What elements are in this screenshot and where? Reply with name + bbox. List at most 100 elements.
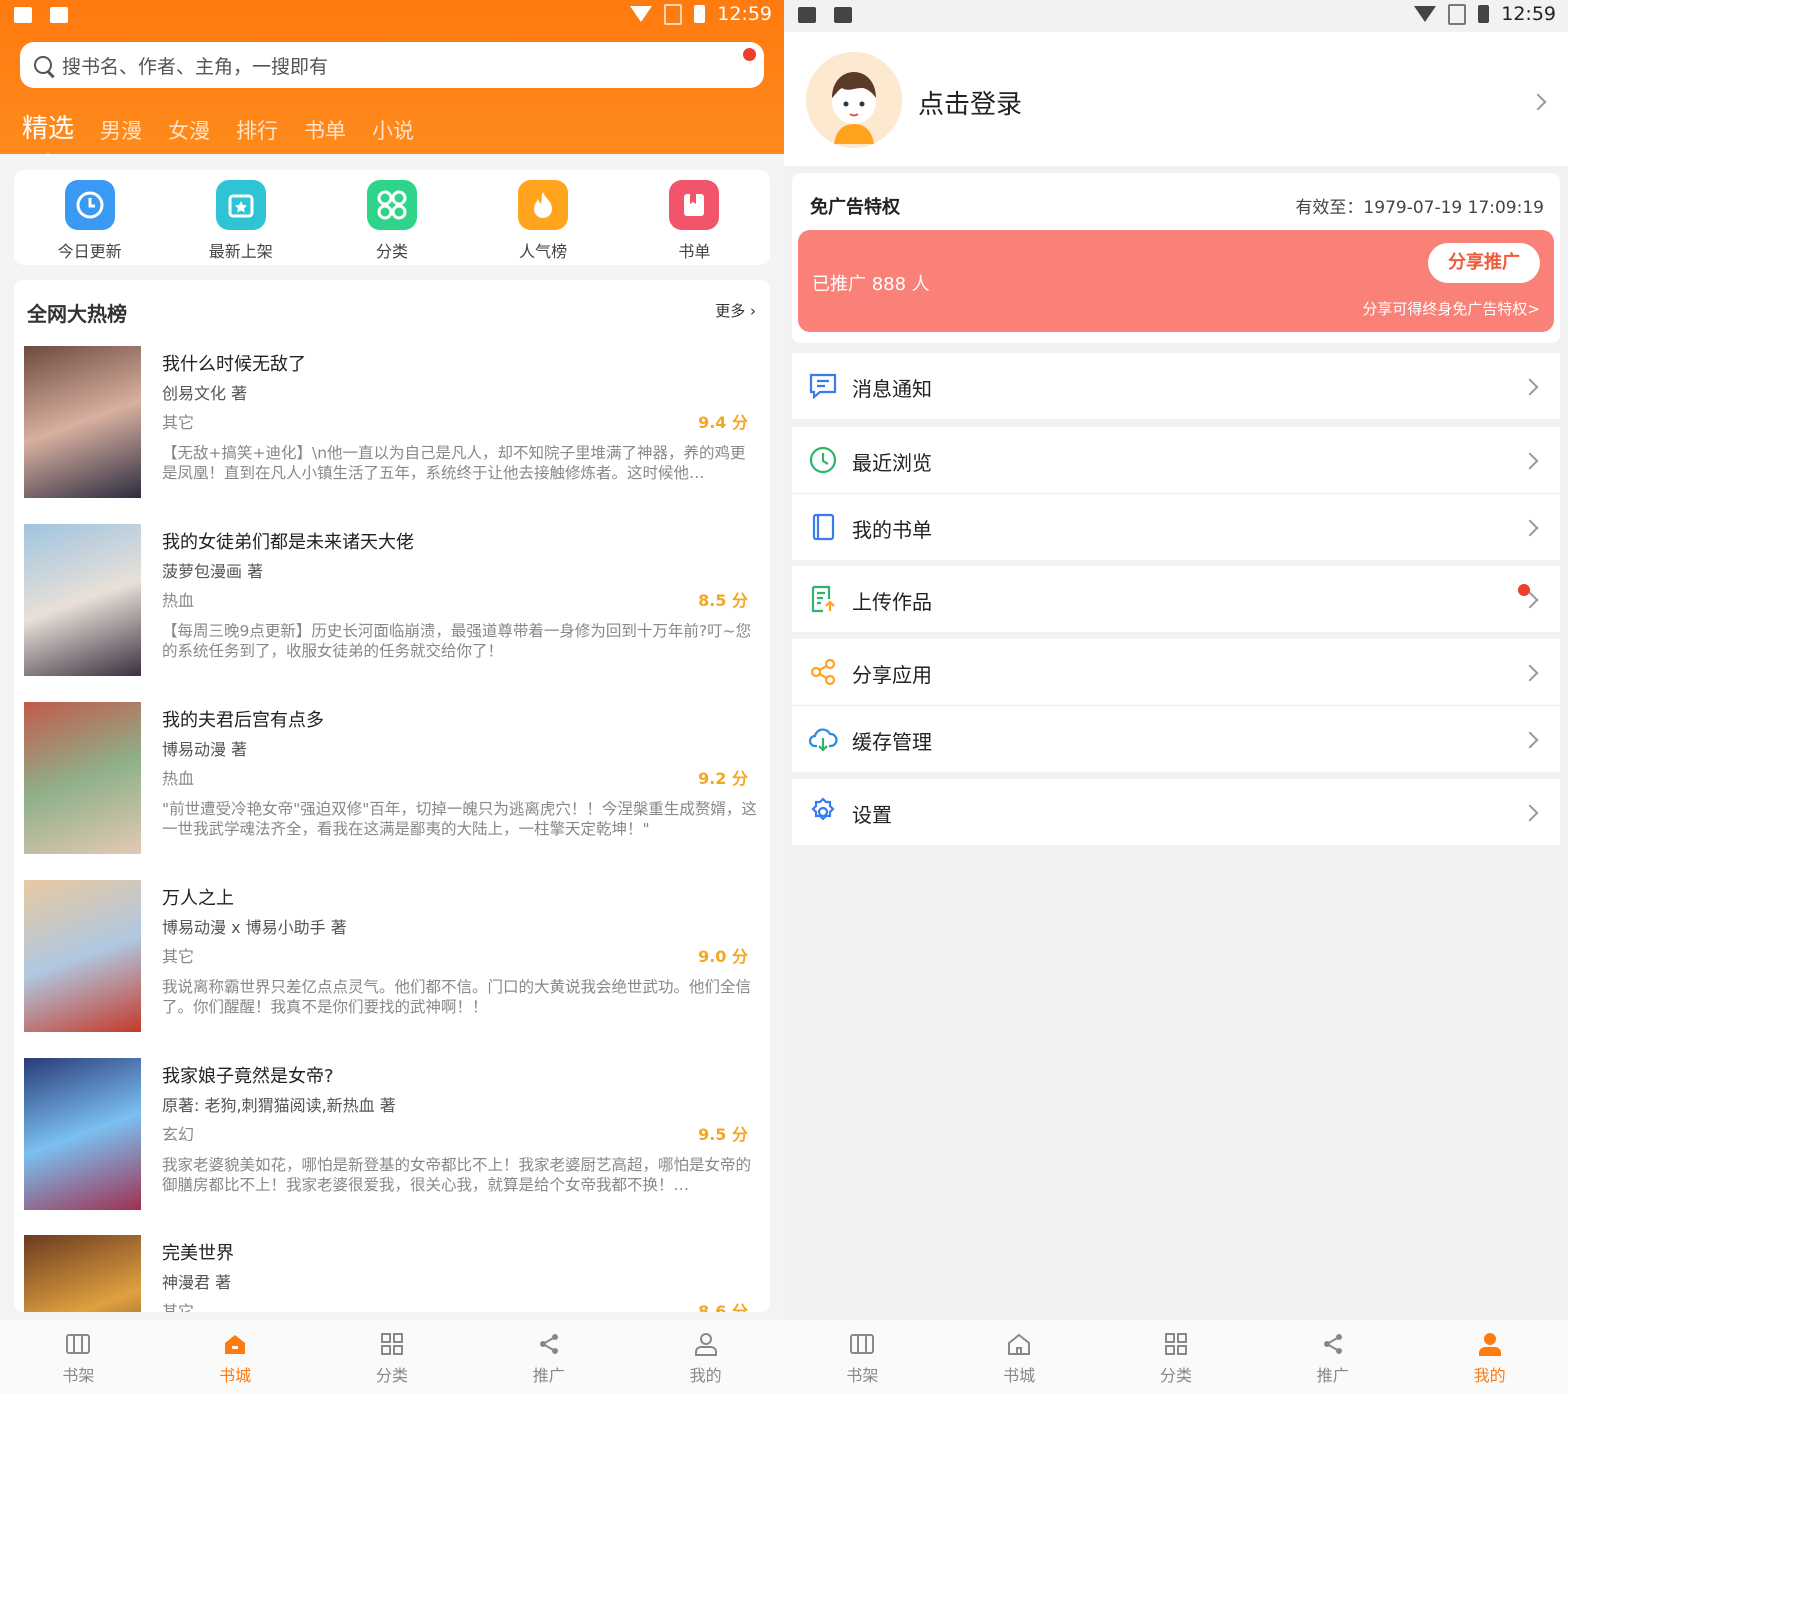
book-genre: 热血 [162,769,195,788]
tab-male-comics[interactable]: 男漫 [100,115,142,145]
search-bar[interactable]: 搜书名、作者、主角，一搜即有 [20,42,764,88]
nav-label: 分类 [375,1366,408,1385]
chevron-right-icon [1521,519,1539,537]
nav-mine[interactable]: 我的 [1440,1320,1540,1394]
book-title: 我的夫君后宫有点多 [162,710,324,731]
book-cover [24,702,141,854]
nav-category[interactable]: 分类 [342,1320,442,1394]
chevron-right-icon [1521,804,1539,822]
clock-icon [64,180,115,230]
bookshelf-icon [849,1332,875,1356]
nav-label: 书城 [1003,1366,1036,1385]
cloud-download-icon [808,728,838,752]
book-score: 9.2 分 [698,769,748,788]
book-item[interactable]: 我什么时候无敌了 创易文化 著 其它 9.4 分 【无敌+搞笑+迪化】\n他一直… [14,346,770,506]
share-icon [536,1332,562,1356]
nav-promote[interactable]: 推广 [1283,1320,1383,1394]
nav-label: 书架 [846,1366,879,1385]
tab-female-comics[interactable]: 女漫 [168,115,210,145]
nav-mine[interactable]: 我的 [656,1320,756,1394]
book-score: 9.5 分 [698,1125,748,1144]
book-description: 【无敌+搞笑+迪化】\n他一直以为自己是凡人，却不知院子里堆满了神器，养的鸡更是… [162,444,746,482]
settings-icon [811,797,835,821]
nav-label: 分类 [1159,1366,1192,1385]
book-genre: 其它 [162,1302,195,1312]
bottom-nav: 书架 书城 分类 推广 我的 [784,1320,1568,1394]
book-title: 我的女徒弟们都是未来诸天大佬 [162,532,414,553]
nav-label: 书城 [219,1366,252,1385]
menu-item-history[interactable]: 最近浏览 [792,427,1560,494]
tab-featured[interactable]: 精选 [22,108,74,161]
menu-item-share-app[interactable]: 分享应用 [792,639,1560,706]
ad-free-card: 免广告特权 有效至：1979-07-19 17:09:19 已推广 888 人 … [792,173,1560,343]
status-time: 12:59 [1501,3,1556,25]
nav-bookstore[interactable]: 书城 [185,1320,285,1394]
search-placeholder: 搜书名、作者、主角，一搜即有 [62,55,329,78]
chevron-right-icon [1521,452,1539,470]
book-author: 菠萝包漫画 著 [162,562,264,581]
nav-promote[interactable]: 推广 [499,1320,599,1394]
quick-today-update[interactable]: 今日更新 [30,170,150,265]
book-title: 我什么时候无敌了 [162,354,306,375]
nav-bookshelf[interactable]: 书架 [812,1320,912,1394]
nav-label: 我的 [1473,1366,1506,1385]
book-item[interactable]: 完美世界 神漫君 著 其它 8.6 分 [14,1235,770,1312]
book-cover [24,1058,141,1210]
tab-ranking[interactable]: 排行 [236,115,278,145]
menu-item-upload[interactable]: 上传作品 [792,566,1560,632]
bottom-nav: 书架 书城 分类 推广 我的 [0,1320,784,1394]
book-score: 8.5 分 [698,591,748,610]
booklist-icon [812,513,835,541]
share-icon [1320,1332,1346,1356]
book-description: 【每周三晚9点更新】历史长河面临崩溃，最强道尊带着一身修为回到十万年前?叮~您的… [162,622,752,660]
promotion-banner: 已推广 888 人 分享推广 分享可得终身免广告特权> [798,230,1554,332]
nav-label: 推广 [1316,1366,1349,1385]
quick-popular[interactable]: 人气榜 [483,170,603,265]
nav-bookshelf[interactable]: 书架 [28,1320,128,1394]
grid-icon [1163,1332,1189,1356]
nav-bookstore[interactable]: 书城 [969,1320,1069,1394]
more-label: 更多 [715,302,746,320]
promotion-subtext[interactable]: 分享可得终身免广告特权> [1362,298,1540,319]
quick-new-arrivals[interactable]: 最新上架 [181,170,301,265]
upload-icon [811,585,835,613]
menu-item-cache[interactable]: 缓存管理 [792,706,1560,772]
book-item[interactable]: 我的女徒弟们都是未来诸天大佬 菠萝包漫画 著 热血 8.5 分 【每周三晚9点更… [14,524,770,684]
menu-label: 最近浏览 [852,451,932,475]
menu-item-messages[interactable]: 消息通知 [792,353,1560,419]
book-genre: 玄幻 [162,1125,195,1144]
tab-booklist[interactable]: 书单 [304,115,346,145]
nav-category[interactable]: 分类 [1126,1320,1226,1394]
book-genre: 热血 [162,591,195,610]
quick-label: 人气榜 [519,242,568,261]
more-link[interactable]: 更多 › [715,300,756,321]
tab-novels[interactable]: 小说 [372,115,414,145]
history-icon [809,446,837,474]
person-icon [1477,1332,1503,1356]
message-icon [809,373,837,400]
book-item[interactable]: 我的夫君后宫有点多 博易动漫 著 热血 9.2 分 "前世遭受冷艳女帝"强迫双修… [14,702,770,862]
menu-item-my-booklist[interactable]: 我的书单 [792,494,1560,560]
book-title: 我家娘子竟然是女帝? [162,1066,334,1087]
wifi-icon [630,6,653,22]
menu-group: 最近浏览 我的书单 [792,427,1560,560]
menu-label: 我的书单 [852,518,932,542]
chevron-right-icon: › [750,302,756,320]
menu-label: 设置 [852,803,892,827]
bookstore-screen: 12:59 搜书名、作者、主角，一搜即有 精选 男漫 女漫 排行 书单 小说 今… [0,0,784,1394]
battery-icon [694,5,706,23]
quick-category[interactable]: 分类 [332,170,452,265]
person-icon [693,1332,719,1356]
login-row[interactable]: 点击登录 [784,32,1568,166]
app-notification-icon [834,7,852,23]
book-item[interactable]: 万人之上 博易动漫 x 博易小助手 著 其它 9.0 分 我说离称霸世界只差亿点… [14,880,770,1040]
promotion-count: 已推广 888 人 [812,274,930,295]
quick-label: 分类 [375,242,408,261]
book-item[interactable]: 我家娘子竟然是女帝? 原著: 老狗,刺猬猫阅读,新热血 著 玄幻 9.5 分 我… [14,1058,770,1218]
menu-item-settings[interactable]: 设置 [792,779,1560,845]
mine-screen: 12:59 点击登录 免广告特权 有效至：1979-07-19 17:09:19… [784,0,1568,1394]
quick-booklist[interactable]: 书单 [634,170,754,265]
book-title: 完美世界 [162,1243,234,1264]
share-promote-button[interactable]: 分享推广 [1428,243,1540,283]
login-text: 点击登录 [918,90,1023,120]
